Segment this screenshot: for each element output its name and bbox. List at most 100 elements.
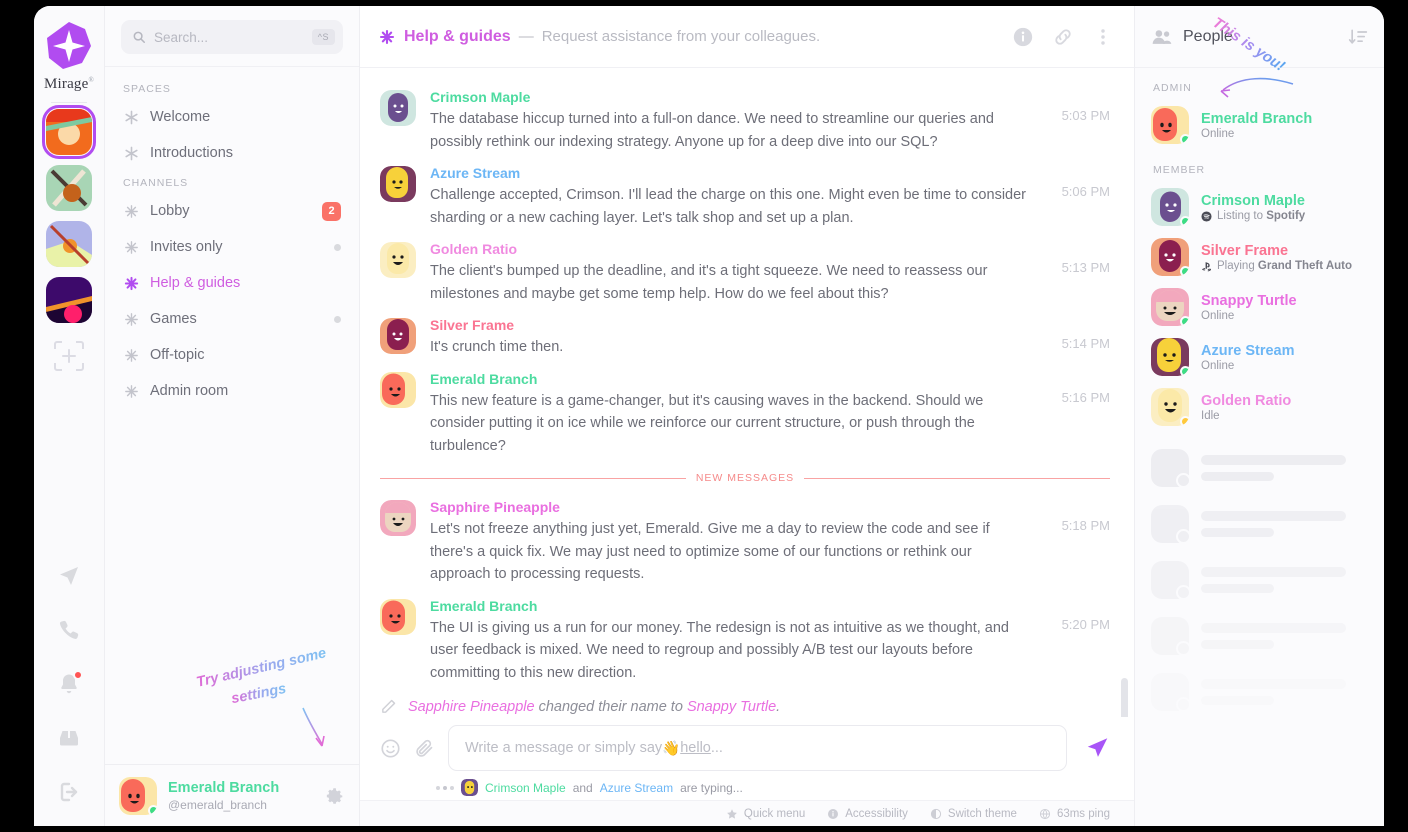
page-title: Help & guides [404,27,511,45]
phone-icon[interactable] [57,618,81,642]
add-space-button[interactable] [46,333,92,379]
sidebar-item-help-and-guides[interactable]: Help & guides [115,265,349,301]
settings-gear-icon[interactable] [323,785,345,807]
avatar [380,242,416,278]
people-row-member[interactable]: Azure Stream Online [1135,332,1384,382]
typing-separator: and [572,780,593,795]
avatar [380,166,416,202]
hash-icon [378,28,396,46]
space-icon-landscape[interactable] [46,221,92,267]
message-scrollbar[interactable] [1121,678,1128,717]
status-switch-theme[interactable]: Switch theme [930,808,1017,820]
sidebar-item-welcome[interactable]: Welcome [115,99,349,135]
status-accessibility[interactable]: Accessibility [827,808,908,820]
space-icon-night[interactable] [46,277,92,323]
presence-indicator [1180,134,1189,144]
message-author[interactable]: Crimson Maple [430,87,1026,108]
header-actions [1012,26,1114,48]
member-status: Idle [1201,410,1291,422]
avatar [1151,288,1189,326]
message-timestamp: 5:13 PM [1061,260,1110,275]
unread-dot [334,243,341,251]
sidebar-item-introductions[interactable]: Introductions [115,135,349,171]
message-author[interactable]: Emerald Branch [430,596,1026,617]
asterisk-icon [123,109,140,126]
message-author[interactable]: Sapphire Pineapple [430,497,1026,518]
typing-user-2: Azure Stream [599,780,674,795]
sidebar-item-label: Invites only [150,239,223,255]
message-row: Silver Frame It's crunch time then. 5:14… [360,310,1134,364]
composer-placeholder-link: hello [680,740,711,756]
bell-icon[interactable] [57,670,83,696]
status-ping[interactable]: 63ms ping [1039,808,1110,820]
people-row-member[interactable]: Golden Ratio Idle [1135,382,1384,432]
message-list: Crimson Maple The database hiccup turned… [360,68,1134,717]
avatar [380,371,416,408]
message-author[interactable]: Azure Stream [430,163,1026,184]
avatar [1151,388,1189,426]
sidebar-item-games[interactable]: Games [115,301,349,337]
system-message: Sapphire Pineapple changed their name to… [360,689,1134,717]
send-button[interactable] [1084,735,1110,761]
avatar [380,598,416,635]
send-icon[interactable] [57,564,81,588]
sidebar-item-label: Admin room [150,383,229,399]
more-vertical-icon[interactable] [1092,26,1114,48]
spotify-icon [1201,211,1212,222]
sidebar: Search... ^S SPACES Welcome Introduction… [104,6,360,826]
paperclip-icon[interactable] [414,738,435,759]
sidebar-item-label: Off-topic [150,347,205,363]
message-row: Emerald Branch This new feature is a gam… [360,364,1134,463]
message-author[interactable]: Golden Ratio [430,239,1026,260]
profile-name: Emerald Branch [168,780,280,797]
sidebar-item-label: Help & guides [150,275,241,291]
status-quick-menu[interactable]: Quick menu [726,808,805,820]
sidebar-item-lobby[interactable]: Lobby 2 [115,193,349,229]
people-row-member[interactable]: Snappy Turtle Online [1135,282,1384,332]
message-text: The database hiccup turned into a full-o… [430,111,994,150]
message-timestamp: 5:06 PM [1061,184,1110,199]
sidebar-item-admin-room[interactable]: Admin room [115,373,349,409]
message-text: Challenge accepted, Crimson. I'll lead t… [430,187,1026,226]
member-name: Snappy Turtle [1201,292,1297,309]
message-row: Crimson Maple The database hiccup turned… [360,82,1134,158]
space-icon-noodles[interactable] [46,165,92,211]
message-author[interactable]: Silver Frame [430,315,1026,336]
search-input[interactable]: Search... ^S [121,20,343,54]
member-status: Online [1201,310,1297,322]
member-status: Playing Grand Theft Auto [1201,260,1352,272]
avatar [1151,338,1189,376]
space-icon-sushi[interactable] [42,105,96,159]
people-row-admin[interactable]: Emerald Branch Online [1135,100,1384,150]
member-name: Silver Frame [1201,242,1289,259]
old-name: Sapphire Pineapple [408,698,535,715]
avatar [1151,238,1189,276]
skeleton-avatar [1151,617,1191,656]
presence-indicator [1180,416,1189,426]
message-timestamp: 5:20 PM [1061,616,1110,632]
user-profile[interactable]: Emerald Branch @emerald_branch [105,764,359,826]
people-row-member[interactable]: Silver Frame Playing Grand Theft Auto [1135,232,1384,282]
avatar [461,779,478,796]
rail-divider [51,102,87,103]
message-row: Azure Stream Challenge accepted, Crimson… [360,158,1134,234]
people-row-member[interactable]: Crimson Maple Listing to Spotify [1135,182,1384,232]
logout-icon[interactable] [57,780,81,804]
sidebar-item-off-topic[interactable]: Off-topic [115,337,349,373]
smiley-icon[interactable] [380,738,401,759]
link-icon[interactable] [1052,26,1074,48]
message-timestamp: 5:18 PM [1061,518,1110,533]
sort-descending-icon[interactable] [1348,27,1368,47]
status-label: Accessibility [845,807,908,820]
theme-icon [930,808,942,819]
info-icon[interactable] [1012,26,1034,48]
avatar [380,318,416,354]
member-status-label: Playing Grand Theft Auto [1217,260,1353,273]
people-header: People [1135,6,1384,68]
sidebar-item-invites-only[interactable]: Invites only [115,229,349,265]
message-input[interactable]: Write a message or simply say 👋 hello... [448,725,1067,771]
mirage-logo-icon[interactable] [41,18,97,74]
message-author[interactable]: Emerald Branch [430,369,1026,390]
inbox-icon[interactable] [57,726,81,750]
presence-indicator [1180,216,1189,226]
